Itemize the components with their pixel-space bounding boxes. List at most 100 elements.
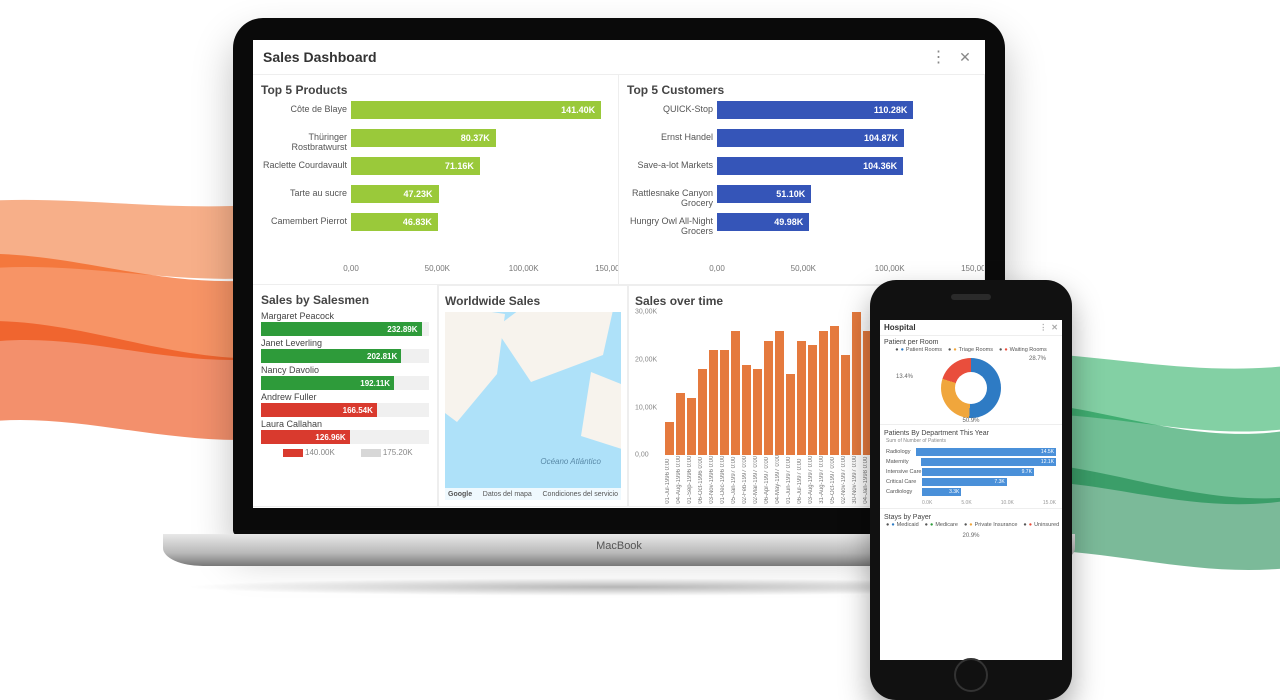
bar-label: Rattlesnake Canyon Grocery: [625, 188, 713, 208]
x-tick: 31-Aug-1997 0:00: [819, 455, 828, 504]
map-terms-link[interactable]: Condiciones del servicio: [543, 491, 618, 498]
donut-label-left: 13.4%: [896, 374, 913, 380]
salesman-name: Nancy Davolio: [261, 365, 429, 375]
x-tick: 05-Oct-1997 0:00: [830, 455, 839, 504]
x-tick: 02-Mar-1997 0:00: [753, 455, 762, 504]
axis-tick: 5.0K: [961, 500, 971, 506]
salesman-name: Andrew Fuller: [261, 392, 429, 402]
dept-bar: 9.7K: [922, 468, 1034, 476]
time-bar: [698, 369, 707, 455]
legend-item: ●Uninsured: [1023, 522, 1059, 528]
y-tick: 10,00K: [635, 404, 657, 411]
x-tick: 02-Feb-1997 0:00: [742, 455, 751, 504]
legend-item: ●Triage Rooms: [948, 347, 993, 353]
phone-header: Hospital ⋮ ✕: [880, 320, 1062, 336]
x-tick: 03-Aug-1997 0:00: [808, 455, 817, 504]
time-bar: [720, 350, 729, 455]
kebab-menu-icon[interactable]: ⋮: [929, 47, 949, 67]
time-bar: [731, 331, 740, 455]
x-tick: 02-Nov-1997 0:00: [841, 455, 850, 504]
bar-label: Thüringer Rostbratwurst: [259, 132, 347, 152]
map-attribution: Google Datos del mapa Condiciones del se…: [445, 488, 621, 500]
bar: 110.28K: [717, 101, 913, 119]
salesman-bar: 166.54K: [261, 403, 377, 417]
time-bar: [819, 331, 828, 455]
salesmen-chart: Margaret Peacock232.89KJanet Leverling20…: [261, 311, 429, 446]
bar: 141.40K: [351, 101, 601, 119]
bar-label: Save-a-lot Markets: [625, 160, 713, 170]
kebab-menu-icon[interactable]: ⋮: [1039, 323, 1047, 332]
legend-item: 175.20K: [339, 448, 413, 457]
time-bar: [764, 341, 773, 456]
bar-label: QUICK-Stop: [625, 104, 713, 114]
x-tick: 03-Nov-1996 0:00: [709, 455, 718, 504]
x-tick: 01-Dec-1996 0:00: [720, 455, 729, 504]
time-bar: [676, 393, 685, 455]
dashboard-title: Sales Dashboard: [263, 49, 377, 65]
bar-label: Côte de Blaye: [259, 104, 347, 114]
panel-worldwide-sales: Worldwide Sales Océano Atlántico Google …: [438, 285, 628, 507]
axis-tick: 0.0K: [922, 500, 932, 506]
time-bar: [797, 341, 806, 456]
dept-label: Maternity: [886, 459, 921, 465]
dashboard-header: Sales Dashboard ⋮ ✕: [253, 40, 985, 75]
close-icon[interactable]: ✕: [1051, 323, 1058, 332]
time-bar: [786, 374, 795, 455]
close-icon[interactable]: ✕: [955, 47, 975, 67]
bar: 46.83K: [351, 213, 438, 231]
ocean-label: Océano Atlántico: [540, 457, 601, 466]
bar: 47.23K: [351, 185, 439, 203]
panel-salesmen: Sales by Salesmen Margaret Peacock232.89…: [253, 284, 438, 507]
phone-bars-subtitle: Sum of Number of Patients: [880, 438, 1062, 446]
donut-label-bottom: 50.9%: [962, 418, 979, 424]
legend-item: ●Medicare: [925, 522, 958, 528]
phone-section-title: Stays by Payer: [880, 511, 1062, 522]
panel-title: Worldwide Sales: [445, 294, 621, 308]
bar: 80.37K: [351, 129, 496, 147]
salesman-bar: 202.81K: [261, 349, 401, 363]
legend-item: ●Waiting Rooms: [999, 347, 1047, 353]
donut-chart: 28.7% 13.4% 50.9%: [880, 356, 1062, 422]
dept-label: Intensive Care: [886, 469, 922, 475]
payer-legend: ●Medicaid●Medicare●Private Insurance●Uni…: [880, 522, 1062, 531]
salesman-bar: 232.89K: [261, 322, 422, 336]
payer-value: 20.9%: [880, 531, 1062, 541]
x-tick: 06-Apr-1997 0:00: [764, 455, 773, 504]
axis-tick: 50,00K: [425, 264, 450, 273]
legend-item: ●Patient Rooms: [895, 347, 942, 353]
phone-frame: Hospital ⋮ ✕ Patient per Room ●Patient R…: [870, 280, 1072, 700]
time-bar: [841, 355, 850, 455]
salesmen-legend: 140.00K175.20K250.00K: [261, 448, 429, 457]
dept-bar: 14.5K: [916, 448, 1056, 456]
axis-tick: 0,00: [343, 264, 359, 273]
salesman-bar: 192.11K: [261, 376, 394, 390]
dept-axis: 0.0K5.0K10.0K15.0K: [880, 500, 1062, 506]
time-bar: [775, 331, 784, 455]
top-products-axis: 0,0050,00K100,00K150,00K: [351, 264, 610, 280]
x-tick: 04-May-1997 0:00: [775, 455, 784, 504]
bar-label: Tarte au sucre: [259, 188, 347, 198]
dept-label: Cardiology: [886, 489, 922, 495]
bar-label: Ernst Handel: [625, 132, 713, 142]
bar: 51.10K: [717, 185, 811, 203]
donut-label-top: 28.7%: [1029, 356, 1046, 362]
legend-item: ●Medicaid: [886, 522, 919, 528]
map-canvas[interactable]: Océano Atlántico Google Datos del mapa C…: [445, 312, 621, 500]
time-bar: [753, 369, 762, 455]
dept-bar: 12.1K: [921, 458, 1056, 466]
phone-section-title: Patients By Department This Year: [880, 427, 1062, 438]
x-tick: 04-Aug-1996 0:00: [676, 455, 685, 504]
dept-chart: Radiology14.5KMaternity12.1KIntensive Ca…: [880, 446, 1062, 500]
bar: 104.36K: [717, 157, 903, 175]
time-bar: [687, 398, 696, 455]
dept-bar: 3.3K: [922, 488, 961, 496]
panel-top-customers: Top 5 Customers QUICK-Stop110.28KErnst H…: [618, 74, 985, 285]
phone-section-title: Patient per Room: [880, 336, 1062, 347]
time-bar: [709, 350, 718, 455]
axis-tick: 100,00K: [509, 264, 539, 273]
time-bar: [742, 365, 751, 456]
panel-title: Sales by Salesmen: [261, 293, 429, 307]
top-customers-chart: QUICK-Stop110.28KErnst Handel104.87KSave…: [717, 101, 976, 264]
map-data-label: Datos del mapa: [483, 491, 532, 498]
x-tick: 01-Jul-1996 0:00: [665, 455, 674, 504]
